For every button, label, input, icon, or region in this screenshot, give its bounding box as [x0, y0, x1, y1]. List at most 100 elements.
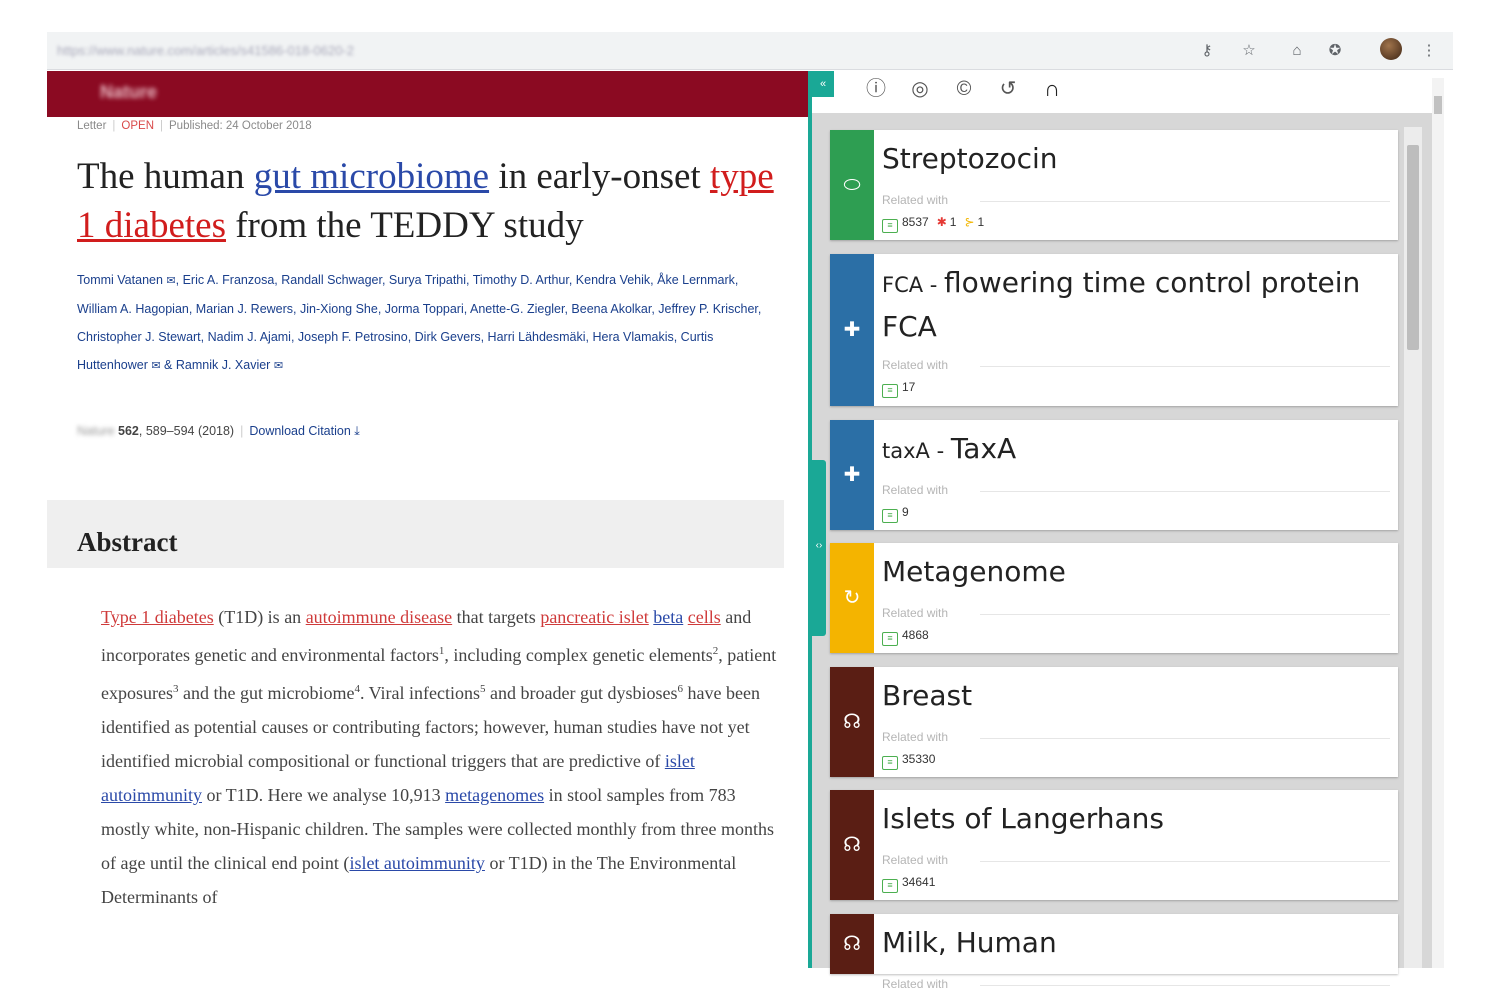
concept-card[interactable]: ✚ FCA - flowering time control protein FC… [830, 254, 1398, 406]
divider [980, 491, 1390, 492]
card-title[interactable]: Islets of Langerhans [882, 798, 1387, 839]
concept-card[interactable]: ✚ taxA - TaxA Related with ≡ 9 [830, 420, 1398, 530]
card-title-text: Streptozocin [882, 142, 1058, 175]
star-icon[interactable]: ☆ [1238, 40, 1260, 62]
card-category-stripe: ⬭ [830, 130, 874, 240]
article-icon: ≡ [882, 879, 898, 893]
article-meta: Letter | OPEN | Published: 24 October 2018 [77, 120, 312, 132]
related-with-label: Related with [882, 730, 949, 744]
card-category-stripe: ☊ [830, 914, 874, 974]
abstract-link[interactable]: autoimmune disease [306, 607, 452, 627]
abstract-link[interactable]: islet autoimmunity [349, 853, 485, 873]
card-title[interactable]: taxA - TaxA [882, 428, 1387, 472]
key-icon[interactable]: ⚷ [1196, 40, 1218, 62]
menu-icon[interactable]: ⋮ [1418, 40, 1440, 62]
divider [980, 985, 1390, 986]
email-icon[interactable]: ✉ [274, 360, 283, 372]
virus-count: 1 [949, 215, 957, 229]
address-bar[interactable]: https://www.nature.com/articles/s41586-0… [57, 40, 457, 62]
concept-card[interactable]: ☊ Islets of Langerhans Related with ≡ 34641 [830, 790, 1398, 900]
chat-icon[interactable]: ◎ [906, 75, 934, 103]
article-count: 17 [902, 380, 916, 394]
abstract-link[interactable]: islet [665, 751, 695, 771]
card-category-stripe: ✚ [830, 254, 874, 406]
article-icon: ≡ [882, 509, 898, 523]
history-icon[interactable]: ↺ [994, 75, 1022, 103]
published-date: Published: 24 October 2018 [169, 120, 312, 132]
card-title-text: Milk, Human [882, 926, 1057, 959]
card-title-text: Metagenome [882, 555, 1066, 588]
volume: 562 [118, 424, 139, 438]
concept-card[interactable]: ↻ Metagenome Related with ≡ 4868 [830, 543, 1398, 653]
collapse-panel-button[interactable]: « [812, 71, 834, 97]
pill-icon: ⬭ [843, 174, 861, 196]
related-with-label: Related with [882, 853, 949, 867]
abstract-link[interactable]: metagenomes [445, 785, 544, 805]
gut-microbiome-link[interactable]: gut microbiome [254, 156, 489, 197]
article-icon: ≡ [882, 632, 898, 646]
download-citation-link[interactable]: Download Citation [249, 424, 350, 438]
card-title[interactable]: FCA - flowering time control protein FCA [882, 262, 1387, 347]
article-type: Letter [77, 120, 107, 132]
avatar[interactable] [1380, 38, 1402, 60]
cycle-icon: ↻ [843, 587, 861, 609]
citation-line: Nature 562, 589–594 (2018) | Download Cita… [77, 424, 360, 438]
abstract-text: Type 1 diabetes (T1D) is an autoimmune d… [101, 607, 777, 907]
headphones-icon[interactable]: ∩ [1038, 75, 1066, 103]
related-with-label: Related with [882, 977, 949, 991]
journal-logo[interactable]: Nature [100, 82, 190, 104]
extension-icon-2[interactable]: ✪ [1324, 40, 1346, 62]
divider [980, 366, 1390, 367]
related-counts[interactable]: ≡ 8537 ✱ 1 ⊱ 1 [882, 215, 984, 233]
gene-icon: ✚ [843, 464, 861, 486]
extension-icon[interactable]: ⌂ [1286, 40, 1308, 62]
article-icon: ≡ [882, 219, 898, 233]
related-counts[interactable]: ≡ 34641 [882, 875, 935, 893]
article-count: 9 [902, 505, 909, 519]
card-category-stripe: ☊ [830, 667, 874, 777]
concept-card[interactable]: ⬭ Streptozocin Related with ≡ 8537 ✱ 1 ⊱ 1 [830, 130, 1398, 240]
download-icon[interactable]: ⤓ [354, 424, 360, 438]
panel-scrollbar-thumb[interactable] [1407, 145, 1419, 350]
card-title[interactable]: Streptozocin [882, 138, 1387, 179]
card-title[interactable]: Breast [882, 675, 1387, 716]
related-with-label: Related with [882, 606, 949, 620]
article-icon: ≡ [882, 756, 898, 770]
concept-card[interactable]: ☊ Milk, Human Related with [830, 914, 1398, 991]
article-count: 4868 [902, 628, 929, 642]
abstract-link[interactable]: pancreatic islet [540, 607, 648, 627]
divider [980, 861, 1390, 862]
info-icon[interactable]: ⓘ [862, 75, 890, 103]
anatomy-icon: ☊ [843, 834, 861, 856]
chevrons-icon[interactable]: ‹› [812, 540, 826, 551]
related-counts[interactable]: ≡ 9 [882, 505, 909, 523]
pathway-icon: ⊱ [964, 215, 975, 229]
abstract-link[interactable]: beta [653, 607, 683, 627]
related-counts[interactable]: ≡ 4868 [882, 628, 929, 646]
related-with-label: Related with [882, 483, 949, 497]
divider [980, 738, 1390, 739]
email-icon[interactable]: ✉ [151, 360, 160, 372]
abstract-heading: Abstract [77, 527, 178, 557]
card-title[interactable]: Metagenome [882, 551, 1387, 592]
open-access-badge: OPEN [121, 120, 155, 132]
concept-card[interactable]: ☊ Breast Related with ≡ 35330 [830, 667, 1398, 777]
related-counts[interactable]: ≡ 17 [882, 380, 915, 398]
abstract-link[interactable]: autoimmunity [101, 785, 202, 805]
copyright-icon[interactable]: © [950, 75, 978, 103]
abstract-link[interactable]: cells [688, 607, 721, 627]
anatomy-icon: ☊ [843, 711, 861, 733]
page-title: The human gut microbiome in early-onset … [77, 156, 774, 246]
email-icon[interactable]: ✉ [166, 275, 175, 287]
card-category-stripe: ↻ [830, 543, 874, 653]
article-icon: ≡ [882, 384, 898, 398]
author-list[interactable]: Tommi Vatanen ✉, Eric A. Franzosa, Randa… [77, 266, 777, 380]
journal-name: Nature [77, 424, 115, 438]
abstract-link[interactable]: Type 1 diabetes [101, 607, 214, 627]
page-scrollbar[interactable] [1432, 78, 1444, 968]
related-with-label: Related with [882, 193, 949, 207]
card-abbreviation: FCA - [882, 273, 945, 297]
page-scrollbar-thumb[interactable] [1434, 96, 1442, 114]
card-title[interactable]: Milk, Human [882, 922, 1387, 963]
related-counts[interactable]: ≡ 35330 [882, 752, 935, 770]
